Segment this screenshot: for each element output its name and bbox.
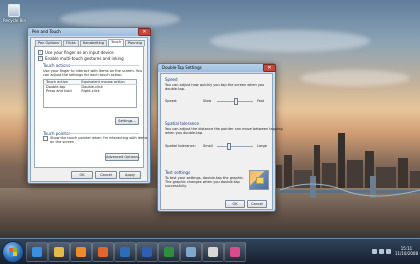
- touch-pointer-checkbox-row[interactable]: Show the touch pointer when I'm interact…: [43, 136, 148, 144]
- speed-description-2: double-tap.: [165, 87, 186, 91]
- test-settings-heading: Test settings: [165, 170, 191, 175]
- use-finger-label: Use your finger as an input device: [45, 50, 114, 55]
- taskbar-button-media-player[interactable]: [70, 242, 92, 262]
- bridge: [280, 176, 420, 198]
- speed-min-label: Slow: [203, 99, 212, 103]
- ok-button[interactable]: OK: [225, 200, 245, 208]
- spatial-tolerance-slider-track[interactable]: [217, 146, 253, 147]
- windows-logo-icon: [9, 248, 17, 256]
- tab-touch[interactable]: Touch: [108, 39, 125, 46]
- close-button[interactable]: ✕: [263, 64, 276, 72]
- network-icon[interactable]: [371, 248, 377, 254]
- dialog-body: Pen Options Flicks Handwriting Touch Pan…: [30, 37, 148, 182]
- multitouch-label: Enable multi-touch gestures and inking: [45, 56, 124, 61]
- speed-label: Speed:: [165, 99, 178, 103]
- window-title: Pen and Touch: [32, 29, 61, 34]
- firefox-icon: [98, 247, 108, 257]
- spatial-tolerance-min-label: Small: [203, 144, 213, 148]
- spatial-tolerance-max-label: Large: [257, 144, 267, 148]
- use-finger-checkbox[interactable]: ✓: [38, 50, 43, 55]
- action-center-icon[interactable]: [385, 248, 391, 254]
- touch-pointer-label-2: on the screen: [50, 140, 74, 144]
- taskbar-button-internet-explorer[interactable]: [26, 242, 48, 262]
- desktop-icon-label: Recycle Bin: [3, 18, 27, 23]
- cancel-button[interactable]: Cancel: [247, 200, 267, 208]
- advanced-options-button[interactable]: Advanced Options...: [105, 153, 141, 161]
- taskbar-button-windows-explorer[interactable]: [48, 242, 70, 262]
- internet-explorer-icon: [32, 247, 42, 257]
- pen-touch-icon: [208, 247, 218, 257]
- paint-icon: [230, 247, 240, 257]
- taskbar-button-firefox[interactable]: [92, 242, 114, 262]
- spatial-tolerance-description-2: when you double-tap.: [165, 131, 204, 135]
- divider: [65, 133, 139, 134]
- system-tray: 15:11 11/10/2008: [371, 242, 418, 260]
- cloud: [210, 30, 370, 52]
- volume-icon[interactable]: [378, 248, 384, 254]
- touch-actions-description-2: can adjust the settings for each touch a…: [43, 73, 123, 77]
- apply-button[interactable]: Apply: [119, 171, 141, 179]
- spatial-tolerance-heading: Spatial tolerance: [165, 121, 199, 126]
- multitouch-checkbox-row[interactable]: ✓ Enable multi-touch gestures and inking: [38, 56, 124, 61]
- window-title: Double-Tap Settings: [162, 65, 202, 70]
- multitouch-checkbox[interactable]: ✓: [38, 56, 43, 61]
- speed-max-label: Fast: [257, 99, 265, 103]
- windows-explorer-icon: [54, 247, 64, 257]
- word-icon: [142, 247, 152, 257]
- touch-actions-table: Touch action Equivalent mouse action Dou…: [43, 79, 137, 108]
- double-tap-test-area[interactable]: [249, 170, 269, 190]
- speed-heading: Speed: [165, 77, 178, 82]
- speed-slider-thumb[interactable]: [234, 98, 238, 105]
- pen-and-touch-window: Pen and Touch ✕ Pen Options Flicks Handw…: [27, 27, 151, 184]
- media-player-icon: [76, 247, 86, 257]
- cloud: [300, 70, 410, 86]
- control-panel-icon: [186, 247, 196, 257]
- taskbar-button-excel[interactable]: [158, 242, 180, 262]
- folder-icon: [256, 177, 264, 184]
- touch-pointer-checkbox[interactable]: [43, 136, 48, 141]
- dialog-body: Speed You can adjust how quickly you tap…: [160, 73, 283, 210]
- tab-panel-touch: ✓ Use your finger as an input device ✓ E…: [34, 46, 148, 168]
- start-button[interactable]: [2, 241, 24, 263]
- excel-icon: [164, 247, 174, 257]
- taskbar-button-word[interactable]: [136, 242, 158, 262]
- taskbar-button-pen-touch[interactable]: [202, 242, 224, 262]
- photoshop-icon: [120, 247, 130, 257]
- clock-date: 11/10/2008: [394, 251, 418, 256]
- close-button[interactable]: ✕: [138, 28, 151, 36]
- spatial-tolerance-label: Spatial tolerance:: [165, 144, 196, 148]
- ok-button[interactable]: OK: [71, 171, 93, 179]
- desktop-icon-recycle-bin[interactable]: Recycle Bin: [3, 4, 27, 23]
- taskbar: 15:11 11/10/2008: [0, 238, 420, 264]
- taskbar-button-photoshop[interactable]: [114, 242, 136, 262]
- recycle-bin-icon: [8, 4, 20, 17]
- cloud: [60, 10, 180, 28]
- use-finger-checkbox-row[interactable]: ✓ Use your finger as an input device: [38, 50, 114, 55]
- clock[interactable]: 15:11 11/10/2008: [395, 246, 418, 256]
- divider: [65, 65, 139, 66]
- taskbar-button-control-panel[interactable]: [180, 242, 202, 262]
- cancel-button[interactable]: Cancel: [95, 171, 117, 179]
- double-tap-settings-window: Double-Tap Settings ✕ Speed You can adju…: [157, 63, 283, 212]
- settings-button[interactable]: Settings...: [115, 117, 139, 125]
- taskbar-button-paint[interactable]: [224, 242, 246, 262]
- test-settings-description-3: successfully.: [165, 184, 187, 188]
- spatial-tolerance-slider-thumb[interactable]: [226, 143, 231, 150]
